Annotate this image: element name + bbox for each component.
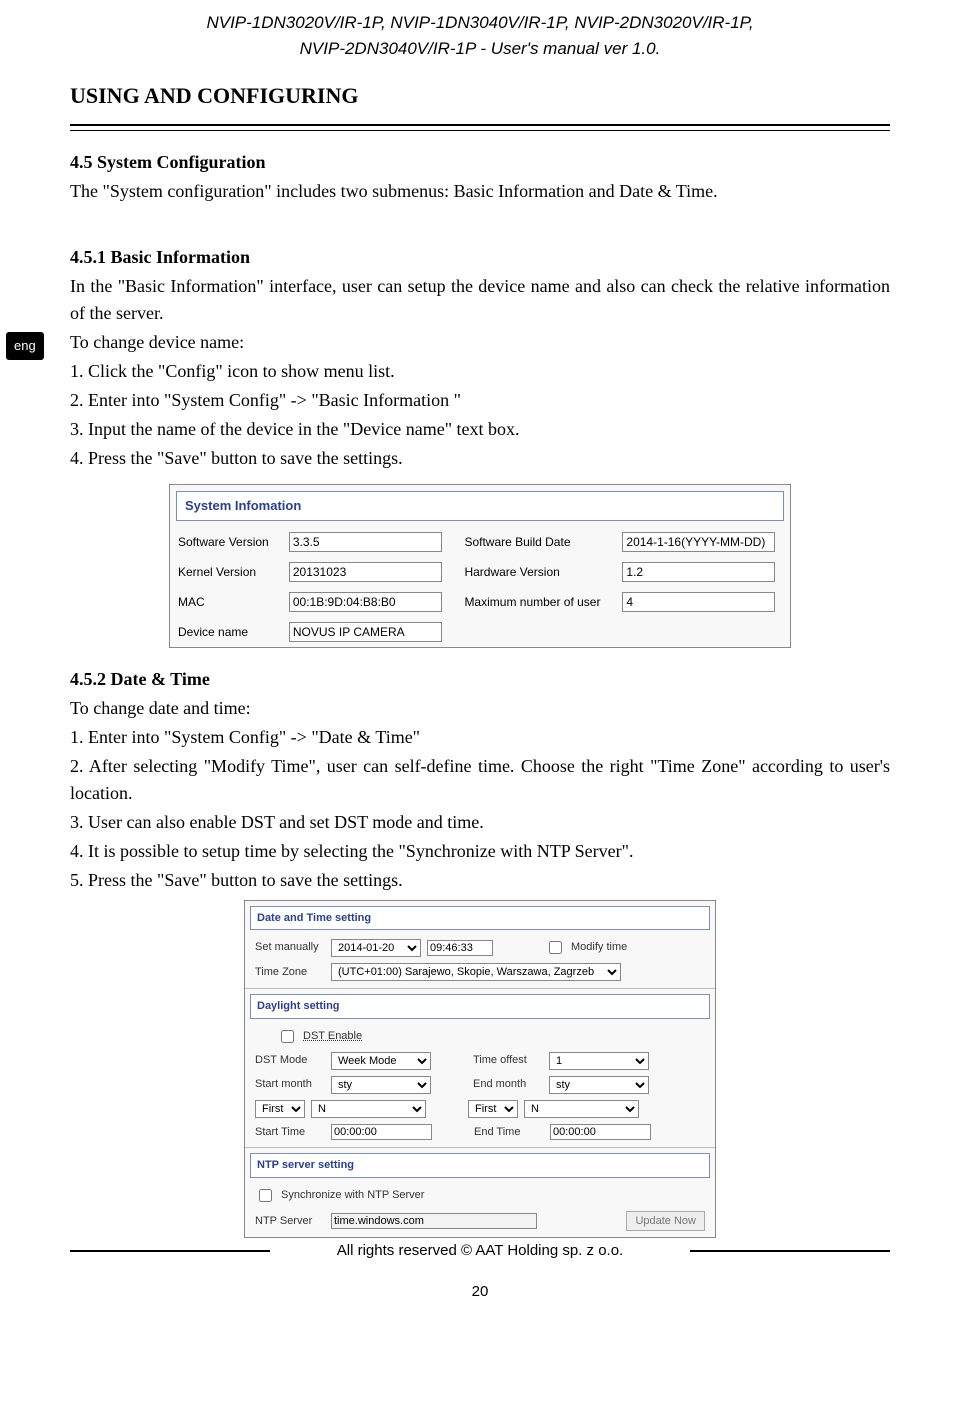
date-time-panel: Date and Time setting Set manually 2014-…	[244, 900, 716, 1239]
page-number: 20	[70, 1281, 890, 1304]
update-now-button[interactable]: Update Now	[626, 1211, 705, 1232]
start-month-select[interactable]: sty	[331, 1076, 431, 1094]
val-kernel[interactable]	[289, 562, 442, 582]
time-offset-select[interactable]: 1	[549, 1052, 649, 1070]
dst-mode-select[interactable]: Week Mode	[331, 1052, 431, 1070]
val-max-users[interactable]	[622, 592, 775, 612]
lbl-time-offset: Time offest	[473, 1052, 543, 1069]
panel2-header2: Daylight setting	[250, 994, 710, 1019]
footer-rule-right	[690, 1250, 890, 1252]
panel2-header1: Date and Time setting	[250, 906, 710, 931]
dst-enable-checkbox[interactable]	[281, 1030, 294, 1043]
val-dev-name[interactable]	[289, 622, 442, 642]
step-451-2: 2. Enter into "System Config" -> "Basic …	[70, 387, 890, 414]
lbl-kernel: Kernel Version	[170, 557, 281, 587]
lbl-end-month: End month	[473, 1076, 543, 1093]
h-4-5-2: 4.5.2 Date & Time	[70, 666, 890, 693]
footer-rule-left	[70, 1250, 270, 1252]
lbl-start-month: Start month	[255, 1076, 325, 1093]
p-4-5-1-intro: In the "Basic Information" interface, us…	[70, 273, 890, 327]
system-info-panel: System Infomation Software Version Softw…	[169, 484, 791, 648]
step-451-3: 3. Input the name of the device in the "…	[70, 416, 890, 443]
lbl-mac: MAC	[170, 587, 281, 617]
h-4-5: 4.5 System Configuration	[70, 149, 890, 176]
val-hw-ver[interactable]	[622, 562, 775, 582]
panel1-header: System Infomation	[176, 491, 784, 521]
step-452-1: 1. Enter into "System Config" -> "Date &…	[70, 724, 890, 751]
lbl-dst-enable: DST Enable	[303, 1028, 362, 1045]
start-time-input[interactable]	[331, 1124, 432, 1140]
val-sw-ver[interactable]	[289, 532, 442, 552]
footer-text: All rights reserved © AAT Holding sp. z …	[270, 1240, 690, 1263]
val-sw-build[interactable]	[622, 532, 775, 552]
ntp-sync-checkbox[interactable]	[259, 1189, 272, 1202]
header-line1: NVIP-1DN3020V/IR-1P, NVIP-1DN3040V/IR-1P…	[206, 13, 753, 32]
lbl-max-users: Maximum number of user	[456, 587, 614, 617]
p-4-5-desc: The "System configuration" includes two …	[70, 178, 890, 205]
lbl-sw-ver: Software Version	[170, 527, 281, 557]
doc-header: NVIP-1DN3020V/IR-1P, NVIP-1DN3040V/IR-1P…	[70, 10, 890, 61]
end-week-select[interactable]: First	[468, 1100, 518, 1118]
lbl-dev-name: Device name	[170, 617, 281, 647]
lbl-dst-mode: DST Mode	[255, 1052, 325, 1069]
time-input[interactable]	[427, 940, 493, 956]
step-452-2: 2. After selecting "Modify Time", user c…	[70, 753, 890, 807]
panel2-header3: NTP server setting	[250, 1153, 710, 1178]
lbl-ntp-sync: Synchronize with NTP Server	[281, 1187, 424, 1204]
val-mac[interactable]	[289, 592, 442, 612]
modify-time-checkbox[interactable]	[549, 941, 562, 954]
step-452-4: 4. It is possible to setup time by selec…	[70, 838, 890, 865]
end-month-select[interactable]: sty	[549, 1076, 649, 1094]
start-day-select[interactable]: N	[311, 1100, 426, 1118]
lbl-end-time: End Time	[474, 1124, 544, 1141]
start-week-select[interactable]: First	[255, 1100, 305, 1118]
date-select[interactable]: 2014-01-20	[331, 939, 421, 957]
lbl-sw-build: Software Build Date	[456, 527, 614, 557]
end-time-input[interactable]	[550, 1124, 651, 1140]
p-4-5-2-lead: To change date and time:	[70, 695, 890, 722]
tz-select[interactable]: (UTC+01:00) Sarajewo, Skopie, Warszawa, …	[331, 963, 621, 981]
lbl-tz: Time Zone	[255, 964, 325, 981]
ntp-server-input[interactable]	[331, 1213, 537, 1229]
section-title: USING AND CONFIGURING	[70, 79, 890, 112]
lbl-hw-ver: Hardware Version	[456, 557, 614, 587]
lbl-modify-time: Modify time	[571, 939, 627, 956]
lbl-set-manually: Set manually	[255, 939, 325, 956]
header-line2: NVIP-2DN3040V/IR-1P - User's manual ver …	[300, 39, 661, 58]
lbl-ntp-server: NTP Server	[255, 1213, 325, 1230]
step-451-4: 4. Press the "Save" button to save the s…	[70, 445, 890, 472]
step-452-3: 3. User can also enable DST and set DST …	[70, 809, 890, 836]
lbl-start-time: Start Time	[255, 1124, 325, 1141]
end-day-select[interactable]: N	[524, 1100, 639, 1118]
step-452-5: 5. Press the "Save" button to save the s…	[70, 867, 890, 894]
divider	[70, 124, 890, 131]
step-451-1: 1. Click the "Config" icon to show menu …	[70, 358, 890, 385]
p-4-5-1-lead: To change device name:	[70, 329, 890, 356]
h-4-5-1: 4.5.1 Basic Information	[70, 244, 890, 271]
language-tab: eng	[6, 332, 44, 360]
